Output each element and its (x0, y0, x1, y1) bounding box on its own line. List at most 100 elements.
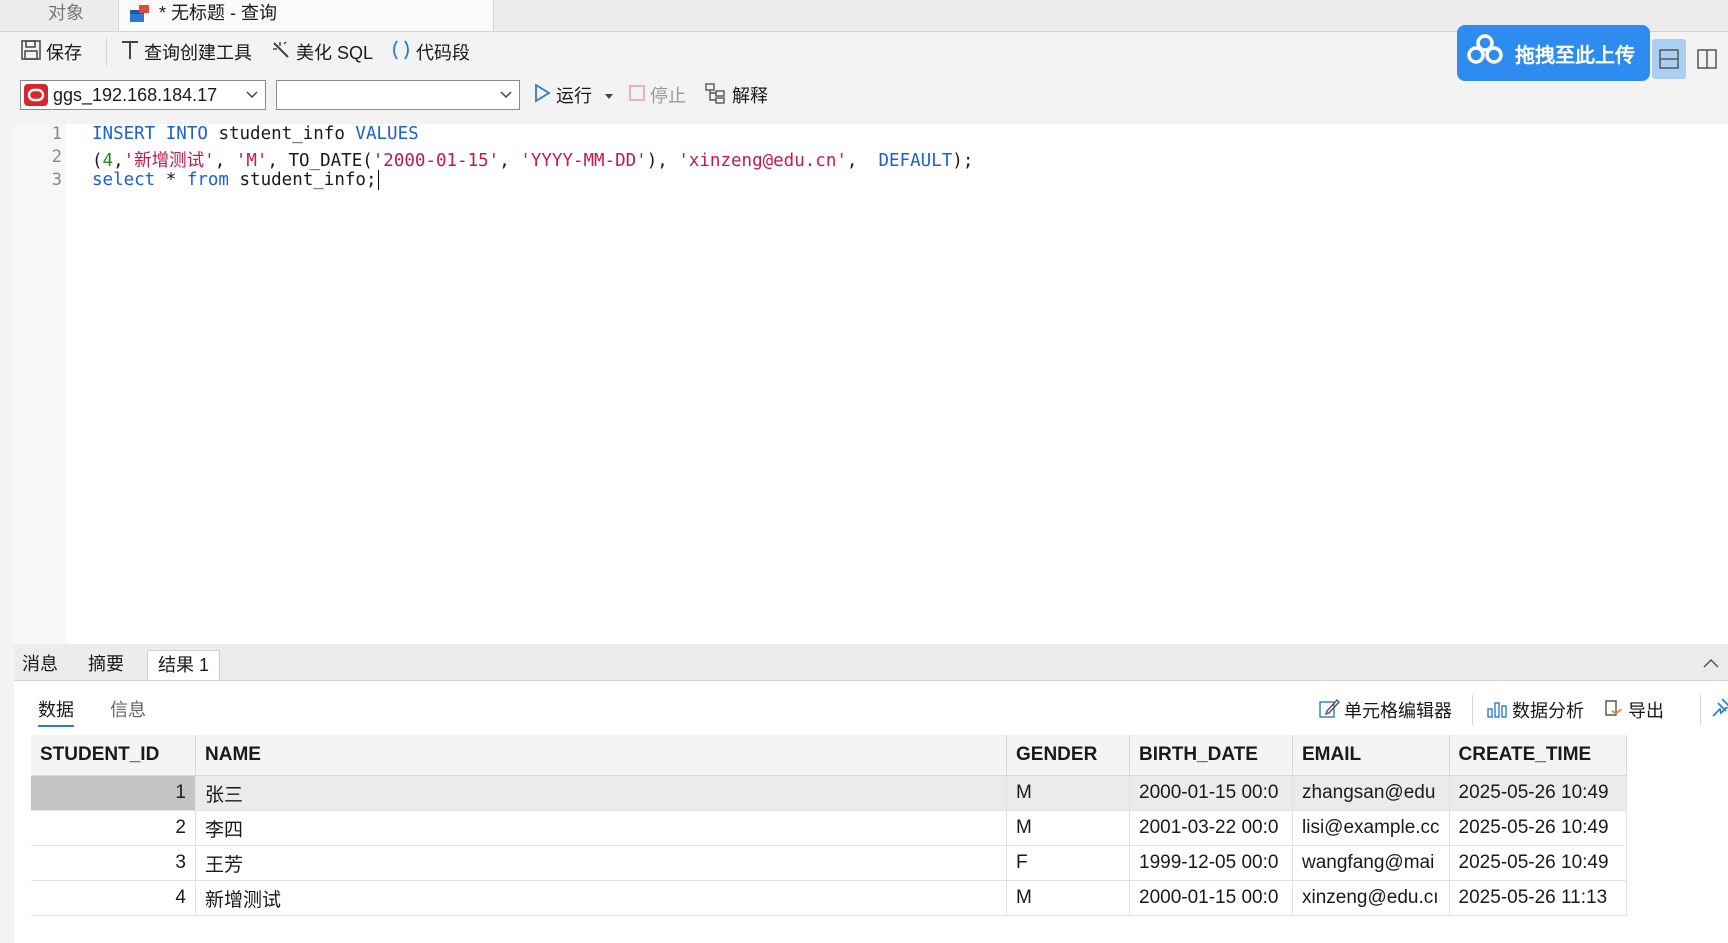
cell[interactable]: M (1006, 775, 1130, 811)
code-line-2: (4,'新增测试', 'M', TO_DATE('2000-01-15', 'Y… (92, 151, 974, 171)
cell[interactable]: 3 (31, 845, 196, 881)
chevron-down-icon (499, 81, 513, 117)
edit-pencil-icon (1318, 697, 1340, 724)
query-builder-icon (120, 39, 140, 66)
table-row[interactable]: 3 王芳 F 1999-12-05 00:0 wangfang@mai 2025… (31, 845, 1627, 881)
chevron-down-icon (245, 81, 259, 117)
line-number: 1 (51, 124, 62, 144)
stop-button[interactable]: 停止 (628, 81, 686, 109)
chevron-up-icon[interactable] (1702, 656, 1720, 674)
line-gutter: 1 2 3 (14, 124, 66, 644)
cloud-icon (1465, 30, 1505, 76)
cell[interactable]: 2 (31, 810, 196, 846)
cell[interactable]: 李四 (195, 810, 1007, 846)
data-analysis-button[interactable]: 数据分析 (1486, 696, 1584, 724)
table-row[interactable]: 2 李四 M 2001-03-22 00:0 lisi@example.cc 2… (31, 810, 1627, 846)
cell[interactable]: 2001-03-22 00:0 (1129, 810, 1293, 846)
cell[interactable]: 2025-05-26 11:13 (1449, 880, 1627, 916)
layout-vertical-icon[interactable] (1690, 39, 1724, 79)
column-header[interactable]: BIRTH_DATE (1129, 735, 1293, 776)
cell[interactable]: 2025-05-26 10:49 (1449, 845, 1627, 881)
divider (1472, 695, 1473, 725)
export-button[interactable]: 导出 (1602, 696, 1664, 724)
query-builder-label: 查询创建工具 (144, 43, 252, 63)
code-snippet-button[interactable]: 代码段 (390, 38, 470, 66)
query-tab-icon (129, 4, 151, 24)
grid-header-row: STUDENT_ID NAME GENDER BIRTH_DATE EMAIL … (31, 735, 1627, 776)
column-header[interactable]: STUDENT_ID (31, 735, 196, 776)
cell[interactable]: 2000-01-15 00:0 (1129, 775, 1293, 811)
cell-editor-label: 单元格编辑器 (1344, 701, 1452, 721)
cell[interactable]: 1 (31, 775, 196, 811)
run-button[interactable]: 运行 (532, 81, 614, 109)
export-icon (1602, 697, 1624, 724)
bar-chart-icon (1486, 697, 1508, 724)
line-number: 3 (51, 170, 62, 190)
connection-value: ggs_192.168.184.17 (53, 85, 218, 105)
explain-tree-icon (704, 82, 728, 109)
explain-button[interactable]: 解释 (704, 81, 768, 109)
cell[interactable]: F (1006, 845, 1130, 881)
cell[interactable]: M (1006, 810, 1130, 846)
cell[interactable]: 王芳 (195, 845, 1007, 881)
column-header[interactable]: NAME (195, 735, 1007, 776)
cell-editor-button[interactable]: 单元格编辑器 (1318, 696, 1452, 724)
cell[interactable]: xinzeng@edu.cı (1292, 880, 1450, 916)
result-panel: 数据 信息 单元格编辑器 数据分析 导出 STUDENT_ID NAME GEN… (14, 681, 1728, 943)
magic-wand-icon (270, 39, 292, 66)
stop-label: 停止 (650, 86, 686, 106)
cell[interactable]: wangfang@mai (1292, 845, 1450, 881)
export-label: 导出 (1628, 701, 1664, 721)
explain-label: 解释 (732, 86, 768, 106)
column-header[interactable]: GENDER (1006, 735, 1130, 776)
result-grid[interactable]: STUDENT_ID NAME GENDER BIRTH_DATE EMAIL … (31, 735, 1627, 916)
beautify-sql-label: 美化 SQL (296, 43, 374, 63)
cell[interactable]: 新增测试 (195, 880, 1007, 916)
subtab-info[interactable]: 信息 (110, 696, 146, 722)
save-button[interactable]: 保存 (20, 38, 82, 66)
table-row[interactable]: 1 张三 M 2000-01-15 00:0 zhangsan@edu 2025… (31, 775, 1627, 811)
code-line-3: select * from student_info; (92, 170, 379, 190)
table-row[interactable]: 4 新增测试 M 2000-01-15 00:0 xinzeng@edu.cı … (31, 880, 1627, 916)
code-line-1: INSERT INTO student_info VALUES (92, 124, 419, 144)
query-builder-button[interactable]: 查询创建工具 (120, 38, 252, 66)
divider (106, 38, 107, 66)
cell[interactable]: lisi@example.cc (1292, 810, 1450, 846)
line-number: 2 (51, 147, 62, 167)
cell[interactable]: 张三 (195, 775, 1007, 811)
tab-result-1[interactable]: 结果 1 (147, 650, 221, 680)
cell[interactable]: 2025-05-26 10:49 (1449, 810, 1627, 846)
cell[interactable]: zhangsan@edu (1292, 775, 1450, 811)
tab-query-label: * 无标题 - 查询 (159, 3, 278, 23)
sql-editor[interactable]: 1 2 3 INSERT INTO student_info VALUES (4… (14, 124, 1728, 644)
beautify-sql-button[interactable]: 美化 SQL (270, 38, 373, 66)
play-icon (532, 82, 552, 109)
database-select[interactable] (276, 80, 520, 110)
subtab-data[interactable]: 数据 (38, 696, 74, 727)
column-header[interactable]: EMAIL (1292, 735, 1450, 776)
layout-split-icon[interactable] (1652, 39, 1686, 79)
save-icon (20, 39, 42, 66)
result-tabs: 消息 摘要 结果 1 (14, 644, 1728, 681)
tab-summary[interactable]: 摘要 (88, 650, 124, 680)
connection-select[interactable]: ggs_192.168.184.17 (20, 80, 266, 110)
upload-label: 拖拽至此上传 (1515, 44, 1635, 67)
stop-icon (628, 84, 646, 107)
data-analysis-label: 数据分析 (1512, 701, 1584, 721)
cell[interactable]: 1999-12-05 00:0 (1129, 845, 1293, 881)
run-label: 运行 (556, 86, 592, 106)
tab-objects[interactable]: 对象 (14, 0, 118, 31)
parentheses-icon (390, 39, 412, 66)
cell[interactable]: 2000-01-15 00:0 (1129, 880, 1293, 916)
tab-messages[interactable]: 消息 (22, 650, 58, 680)
tab-query[interactable]: * 无标题 - 查询 (118, 0, 494, 31)
upload-button[interactable]: 拖拽至此上传 (1457, 25, 1650, 81)
pin-icon[interactable] (1710, 697, 1728, 724)
cell[interactable]: M (1006, 880, 1130, 916)
cell[interactable]: 2025-05-26 10:49 (1449, 775, 1627, 811)
save-label: 保存 (46, 43, 82, 63)
oracle-icon (24, 84, 48, 106)
column-header[interactable]: CREATE_TIME (1449, 735, 1627, 776)
divider (1700, 695, 1701, 725)
cell[interactable]: 4 (31, 880, 196, 916)
